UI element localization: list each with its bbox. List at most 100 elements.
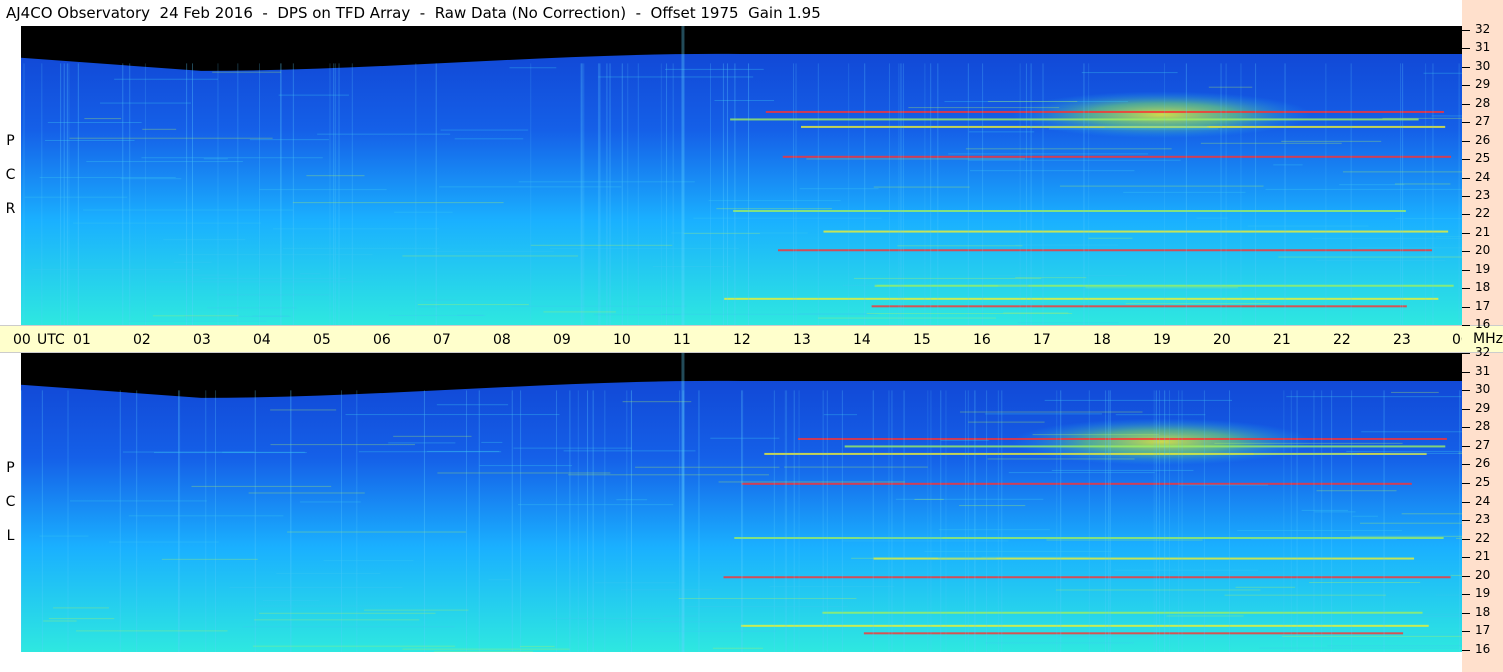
interference-streak (415, 63, 417, 325)
noise-line (1309, 582, 1421, 584)
noise-line (1051, 469, 1194, 471)
lcp-letter-3: L (6, 528, 15, 544)
noise-line (806, 158, 1025, 160)
noise-line (122, 451, 255, 453)
noise-line (940, 439, 989, 441)
interference-streak (1164, 63, 1166, 325)
noise-line (1405, 633, 1462, 635)
interference-streak (21, 390, 23, 652)
noise-line (985, 413, 1103, 415)
interference-streak (1060, 390, 1062, 652)
emission-band (723, 576, 1451, 579)
utc-time-axis: 00 UTC 01 02 03 04 05 06 07 08 09 10 11 12 13 14 15 16 17 1… (0, 325, 1470, 353)
utc-tick-label: 09 (553, 332, 571, 348)
rcp-frequency-axis: 32 31 30 29 28 27 26 25 24 23 22 21 20 19 18 17 16 (1462, 0, 1503, 331)
interference-streak (1400, 63, 1402, 325)
noise-line (394, 211, 453, 213)
noise-line (53, 607, 109, 609)
freq-tick (1462, 538, 1470, 540)
noise-line (968, 131, 1035, 133)
noise-line (981, 556, 1091, 558)
interference-streak (435, 63, 437, 325)
noise-line (1286, 396, 1462, 398)
interference-streak (982, 63, 984, 325)
freq-tick-label: 31 (1475, 40, 1491, 55)
interference-streak (748, 63, 750, 325)
utc-tick-label: 15 (913, 332, 931, 348)
noise-line (1208, 86, 1253, 88)
noise-line (1450, 574, 1462, 576)
interference-streak (1109, 390, 1111, 652)
noise-line (83, 209, 294, 211)
interference-streak (773, 390, 775, 652)
freq-tick (1462, 631, 1470, 633)
interference-streak (466, 390, 468, 652)
utc-tick-label: 23 (1393, 332, 1411, 348)
interference-streak (940, 390, 942, 652)
freq-tick-label: 24 (1475, 493, 1491, 508)
freq-tick-label: 19 (1475, 261, 1491, 276)
noise-line (203, 158, 228, 160)
freq-tick-label: 16 (1475, 642, 1491, 656)
noise-line (1115, 414, 1206, 416)
emission-band (823, 230, 1449, 233)
utc-tick-label: 05 (313, 332, 331, 348)
noise-line (432, 250, 554, 252)
freq-tick-label: 20 (1475, 243, 1491, 258)
spectrogram-background (21, 26, 1462, 325)
noise-line (1055, 589, 1261, 591)
noise-line (248, 492, 365, 494)
noise-line (278, 94, 349, 96)
freq-tick-label: 23 (1475, 512, 1491, 527)
noise-line (438, 186, 622, 188)
interference-streak (726, 63, 728, 325)
noise-line (1394, 183, 1451, 185)
noise-line (1251, 538, 1398, 540)
interference-streak (1056, 390, 1058, 652)
interference-streak (1178, 390, 1180, 652)
interference-streak (1290, 390, 1292, 652)
noise-line (798, 313, 875, 315)
noise-line (518, 181, 695, 183)
interference-streak (1169, 390, 1171, 652)
interference-streak (569, 390, 571, 652)
interference-streak (1155, 390, 1157, 652)
interference-streak (340, 390, 342, 652)
noise-line (1312, 238, 1462, 240)
noise-line (306, 175, 365, 177)
noise-line (671, 232, 808, 234)
utc-tick-label: 00 (13, 332, 31, 348)
freq-tick-label: 27 (1475, 437, 1491, 452)
noise-line (262, 599, 320, 601)
interference-streak (335, 63, 337, 325)
freq-tick (1462, 214, 1470, 216)
noise-line (217, 294, 330, 296)
noise-line (1316, 490, 1397, 492)
noise-line (100, 102, 192, 104)
interference-streak (1255, 63, 1257, 325)
noise-line (989, 275, 1127, 277)
freq-tick (1462, 140, 1470, 142)
interference-streak (63, 63, 65, 325)
noise-line (948, 153, 1149, 155)
interference-streak (1432, 63, 1434, 325)
noise-line (1008, 472, 1155, 474)
interference-streak (1203, 390, 1205, 652)
noise-line (873, 186, 970, 188)
lcp-letter-2: C (5, 494, 16, 510)
interference-streak (1459, 390, 1461, 652)
interference-streak (937, 63, 939, 325)
freq-tick (1462, 520, 1470, 522)
interference-streak (1108, 390, 1110, 652)
utc-tick-label: MHz (1473, 331, 1503, 347)
noise-line (987, 458, 1135, 460)
noise-line (229, 586, 403, 588)
freq-tick-label: 32 (1475, 22, 1491, 36)
freq-tick (1462, 594, 1470, 596)
bottom-margin (0, 652, 1462, 672)
interference-streak (592, 390, 594, 652)
noise-line (1036, 289, 1252, 291)
noise-line (665, 68, 764, 70)
freq-tick (1462, 195, 1470, 197)
interference-streak (793, 63, 795, 325)
